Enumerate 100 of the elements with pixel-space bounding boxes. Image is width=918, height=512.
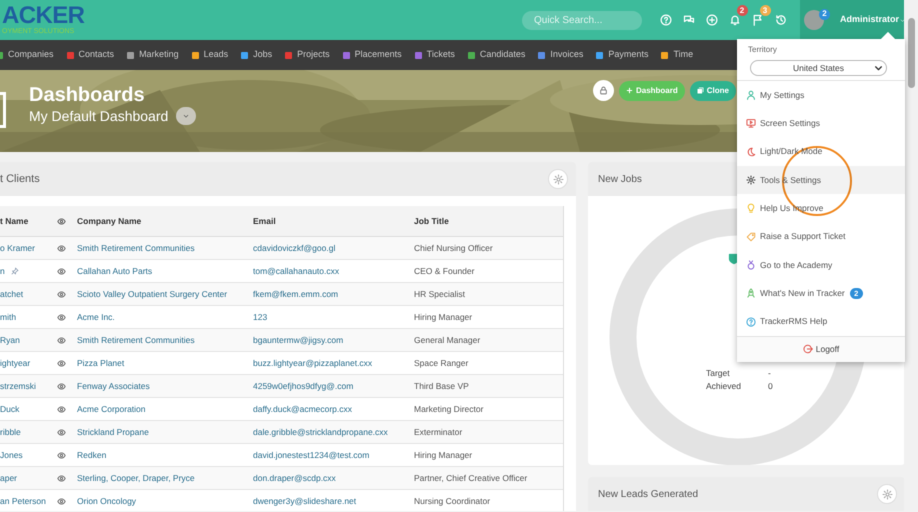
eye-icon[interactable]	[57, 496, 66, 506]
nav-item[interactable]: Jobs	[241, 48, 272, 62]
caret-icon	[900, 18, 906, 22]
eye-icon[interactable]	[57, 382, 66, 390]
eye-icon[interactable]	[57, 312, 66, 322]
eye-icon[interactable]	[57, 450, 66, 460]
flag-icon[interactable]	[752, 14, 764, 26]
company-link[interactable]: Fenway Associates	[77, 380, 150, 391]
email-link[interactable]: tom@callahanauto.cxx	[253, 266, 340, 276]
contact-link[interactable]: Duck	[0, 402, 20, 416]
eye-icon[interactable]	[57, 428, 66, 436]
add-icon[interactable]	[706, 14, 718, 26]
territory-select[interactable]: United States	[750, 60, 887, 76]
dashboard-icon	[0, 92, 6, 128]
table-cell: Space Ranger	[414, 358, 468, 368]
company-link[interactable]: Acme Corporation	[77, 404, 146, 414]
contact-link[interactable]: aper	[0, 472, 18, 484]
contact-link[interactable]: an Peterson	[0, 494, 46, 508]
nav-item[interactable]: Projects	[285, 48, 330, 62]
contact-link[interactable]: strzemski	[0, 380, 36, 392]
email-link[interactable]: buzz.lightyear@pizzaplanet.cxx	[253, 358, 372, 368]
column-header[interactable]: Job Title	[414, 216, 449, 226]
menu-item[interactable]: Screen Settings	[737, 109, 905, 138]
eye-icon[interactable]	[57, 266, 66, 276]
table-row[interactable]: atchet Scioto Valley Outpatient Surgery Center fkem@fkem.emm.com HR Specialist	[0, 283, 563, 306]
eye-icon[interactable]	[57, 244, 66, 252]
eye-icon[interactable]	[57, 358, 66, 368]
email-link[interactable]: 4259w0efjhos9dfyg@.com	[253, 380, 354, 391]
company-link[interactable]: Pizza Planet	[77, 358, 124, 368]
email-link[interactable]: dale.gribble@stricklandpropane.cxx	[253, 426, 388, 437]
field-label: Territory	[747, 44, 778, 56]
nav-item[interactable]: Placements	[342, 48, 402, 62]
table-row[interactable]: ribble Strickland Propane dale.gribble@stricklandpropane.cxx Exterminator	[0, 421, 563, 444]
column-header[interactable]: Email	[253, 216, 276, 226]
settings-icon	[552, 174, 564, 184]
table-row[interactable]: o Kramer Smith Retirement Communities cdavidoviczkf@goo.gl Chief Nursing Officer	[0, 237, 563, 260]
nav-item[interactable]: Marketing	[127, 48, 179, 62]
company-link[interactable]: Smith Retirement Communities	[77, 242, 195, 253]
contact-link[interactable]: Jones	[0, 448, 23, 462]
notification-badge: 2	[819, 8, 830, 20]
table-row[interactable]: aper Sterling, Cooper, Draper, Pryce don.draper@scdp.cxx Partner, Chief Creative Officer	[0, 467, 563, 490]
company-link[interactable]: Callahan Auto Parts	[77, 266, 152, 276]
contact-link[interactable]: atchet	[0, 288, 24, 300]
logoff-button[interactable]: Logoff	[737, 336, 905, 362]
menu-item[interactable]: My Settings	[737, 81, 905, 110]
help-icon[interactable]	[660, 14, 672, 26]
settings-button[interactable]	[548, 169, 568, 189]
menu-item[interactable]: Raise a Support Ticket	[737, 222, 905, 251]
email-link[interactable]: cdavidoviczkf@goo.gl	[253, 242, 336, 253]
column-header[interactable]: t Name	[0, 216, 28, 226]
email-link[interactable]: daffy.duck@acmecorp.cxx	[253, 404, 352, 414]
settings-button[interactable]	[877, 484, 897, 504]
contact-link[interactable]: Ryan	[0, 334, 20, 346]
bell-icon[interactable]	[728, 14, 740, 26]
nav-item[interactable]: Contacts	[66, 48, 114, 62]
stat-label: Target	[706, 367, 731, 380]
menu-item[interactable]: Light/Dark Mode	[737, 138, 905, 166]
company-link[interactable]: Sterling, Cooper, Draper, Pryce	[77, 472, 195, 483]
nav-item[interactable]: Time	[661, 48, 694, 62]
email-link[interactable]: 123	[253, 312, 268, 322]
table-row[interactable]: Ryan Smith Retirement Communities bgauntermw@jigsy.com General Manager	[0, 329, 563, 352]
eye-icon[interactable]	[57, 474, 66, 482]
nav-item[interactable]: Candidates	[468, 48, 526, 62]
contact-link[interactable]: mith	[0, 310, 16, 324]
chevron-down-icon	[183, 113, 190, 119]
history-icon[interactable]	[774, 14, 786, 26]
email-link[interactable]: don.draper@scdp.cxx	[253, 472, 336, 483]
stat-label: Achieved	[706, 380, 742, 393]
eye-icon[interactable]	[57, 290, 66, 298]
table-row[interactable]: strzemski Fenway Associates 4259w0efjhos9dfyg@.com Third Base VP	[0, 375, 563, 398]
eye-icon[interactable]	[57, 404, 66, 414]
notification-badge: 3	[760, 5, 770, 16]
logout-icon	[802, 344, 813, 354]
scrollbar[interactable]	[904, 0, 918, 512]
nav-item[interactable]: Leads	[192, 48, 228, 62]
company-link[interactable]: Redken	[77, 450, 106, 460]
nav-item[interactable]: Invoices	[538, 48, 584, 62]
contact-link[interactable]: n	[0, 264, 5, 278]
contact-link[interactable]: o Kramer	[0, 242, 35, 254]
company-link[interactable]: Scioto Valley Outpatient Surgery Center	[77, 288, 228, 299]
nav-item[interactable]: Tickets	[414, 48, 455, 62]
eye-icon[interactable]	[57, 336, 66, 344]
table-cell: General Manager	[414, 334, 480, 345]
email-link[interactable]: fkem@fkem.emm.com	[253, 288, 338, 299]
menu-item[interactable]: TrackerRMS Help	[737, 307, 905, 336]
email-link[interactable]: bgauntermw@jigsy.com	[253, 334, 344, 345]
chat-icon[interactable]	[682, 14, 694, 26]
menu-item[interactable]: Go to the Academy	[737, 250, 905, 280]
email-link[interactable]: dwenger3y@slideshare.net	[253, 496, 356, 506]
company-link[interactable]: Orion Oncology	[77, 496, 136, 506]
nav-item[interactable]: Companies	[0, 48, 54, 62]
scrollbar-thumb[interactable]	[908, 18, 915, 88]
email-link[interactable]: david.jonestest1234@test.com	[253, 450, 370, 460]
company-link[interactable]: Acme Inc.	[77, 312, 115, 322]
nav-item[interactable]: Payments	[596, 48, 648, 62]
contact-link[interactable]: ightyear	[0, 356, 30, 370]
company-link[interactable]: Smith Retirement Communities	[77, 334, 195, 345]
company-link[interactable]: Strickland Propane	[77, 426, 149, 437]
contact-link[interactable]: ribble	[0, 426, 21, 438]
column-header[interactable]: Company Name	[77, 216, 142, 226]
